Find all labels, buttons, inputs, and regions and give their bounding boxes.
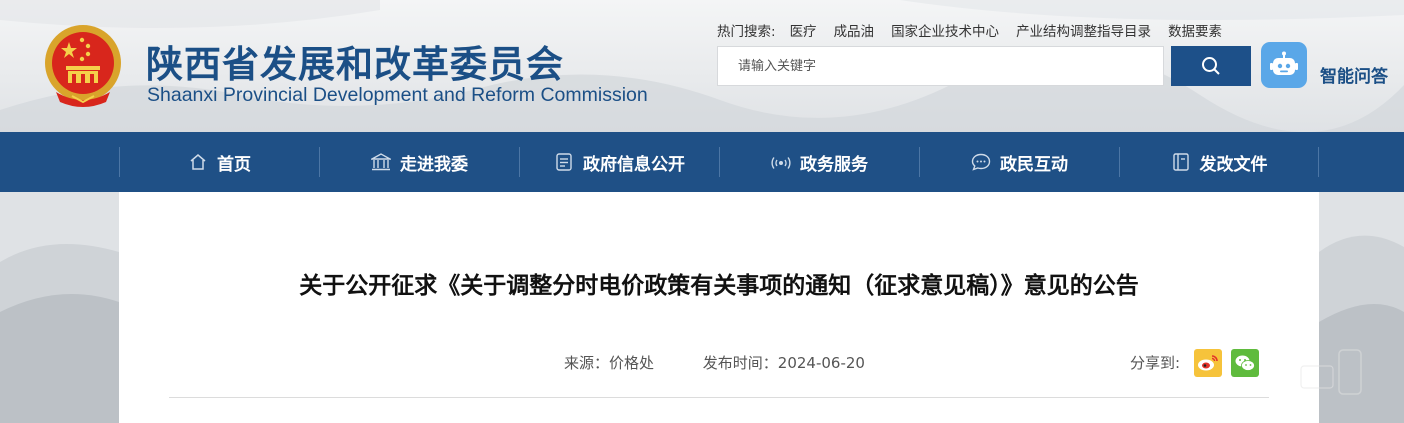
search-button[interactable] — [1171, 46, 1251, 86]
nav-item-label: 政民互动 — [1000, 154, 1068, 175]
file-icon — [1171, 152, 1191, 172]
share-label: 分享到: — [1130, 354, 1181, 372]
nav-item-interaction[interactable]: 政民互动 — [919, 147, 1119, 177]
hot-search-bar: 热门搜索: 医疗 成品油 国家企业技术中心 产业结构调整指导目录 数据要素 — [717, 20, 1239, 40]
article-panel: 关于公开征求《关于调整分时电价政策有关事项的通知（征求意见稿）》意见的公告 来源… — [119, 192, 1319, 423]
nav-item-documents[interactable]: 发改文件 — [1119, 147, 1319, 177]
search-icon — [1202, 57, 1220, 75]
article-title: 关于公开征求《关于调整分时电价政策有关事项的通知（征求意见稿）》意见的公告 — [299, 273, 1139, 299]
nav-item-label: 走进我委 — [400, 154, 468, 175]
hot-search-item[interactable]: 国家企业技术中心 — [891, 20, 999, 40]
robot-icon[interactable] — [1261, 42, 1307, 88]
mobile-app-watermark-icon — [1300, 349, 1362, 395]
weibo-icon[interactable] — [1194, 349, 1222, 377]
hot-search-item[interactable]: 医疗 — [790, 20, 817, 40]
nav-item-info-disclosure[interactable]: 政府信息公开 — [519, 147, 719, 177]
article-publish-time: 发布时间：2024-06-20 — [702, 354, 865, 372]
ai-assistant-link[interactable]: 智能问答 — [1320, 62, 1388, 87]
search-box — [717, 46, 1164, 86]
signal-icon — [771, 152, 791, 172]
hot-search-item[interactable]: 产业结构调整指导目录 — [1016, 20, 1151, 40]
search-input[interactable] — [718, 47, 1163, 85]
article-source: 来源：价格处 — [564, 354, 655, 372]
main-nav: 首页 走进我委 政府信息公开 政务服务 政民互动 发改文件 — [0, 132, 1404, 192]
wechat-icon[interactable] — [1231, 349, 1259, 377]
national-emblem-icon[interactable] — [42, 22, 124, 108]
nav-item-label: 政府信息公开 — [583, 154, 685, 175]
site-title-en[interactable]: Shaanxi Provincial Development and Refor… — [147, 84, 648, 107]
nav-item-about[interactable]: 走进我委 — [319, 147, 519, 177]
article-meta: 来源：价格处 发布时间：2024-06-20 — [564, 352, 909, 373]
nav-item-label: 政务服务 — [800, 154, 868, 175]
nav-item-label: 发改文件 — [1199, 154, 1268, 175]
building-icon — [371, 152, 391, 172]
document-icon — [554, 152, 574, 172]
site-title-cn[interactable]: 陕西省发展和改革委员会 — [146, 34, 564, 88]
chat-icon — [971, 152, 991, 172]
nav-item-home[interactable]: 首页 — [119, 147, 319, 177]
hot-search-label: 热门搜索: — [717, 24, 776, 40]
site-header: 陕西省发展和改革委员会 Shaanxi Provincial Developme… — [0, 0, 1404, 132]
nav-item-services[interactable]: 政务服务 — [719, 147, 919, 177]
hot-search-item[interactable]: 数据要素 — [1168, 20, 1222, 40]
divider — [169, 397, 1269, 398]
home-icon — [188, 152, 208, 172]
hot-search-item[interactable]: 成品油 — [834, 20, 875, 40]
nav-item-label: 首页 — [217, 154, 251, 175]
